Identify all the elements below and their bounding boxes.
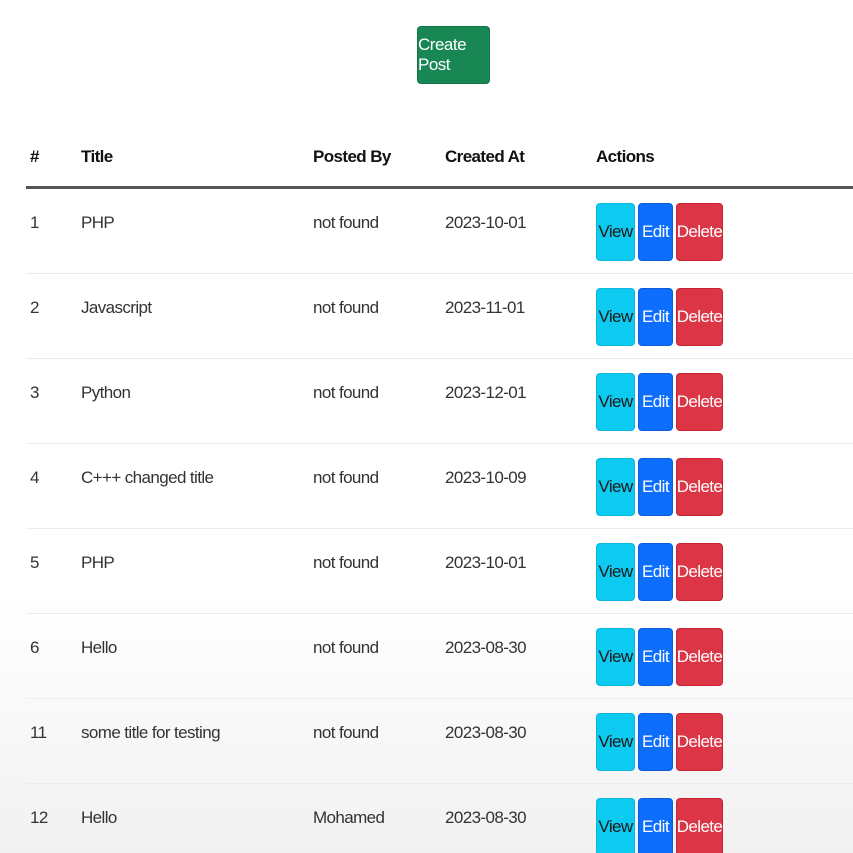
row-title: Hello (81, 808, 117, 827)
table-header-row: # Title Posted By Created At Actions (26, 128, 853, 189)
row-created-at: 2023-08-30 (445, 808, 527, 827)
view-button[interactable]: View (596, 543, 635, 601)
view-button[interactable]: View (596, 458, 635, 516)
row-id: 1 (30, 213, 39, 232)
table-row: 6 Hello not found 2023-08-30 View Edit D… (26, 613, 853, 699)
row-title: Javascript (81, 298, 152, 317)
edit-button[interactable]: Edit (638, 203, 673, 261)
row-title: Hello (81, 638, 117, 657)
view-button[interactable]: View (596, 628, 635, 686)
row-posted-by: not found (313, 383, 379, 402)
edit-button[interactable]: Edit (638, 628, 673, 686)
table-row: 5 PHP not found 2023-10-01 View Edit Del… (26, 528, 853, 614)
create-post-button[interactable]: Create Post (417, 26, 490, 84)
view-button[interactable]: View (596, 203, 635, 261)
row-created-at: 2023-08-30 (445, 638, 527, 657)
header-posted-by: Posted By (313, 128, 445, 189)
row-title: some title for testing (81, 723, 221, 742)
row-posted-by: Mohamed (313, 808, 385, 827)
row-id: 4 (30, 468, 39, 487)
header-actions: Actions (596, 128, 853, 189)
row-id: 6 (30, 638, 39, 657)
row-actions: View Edit Delete (596, 274, 853, 346)
delete-button[interactable]: Delete (676, 373, 723, 431)
delete-button[interactable]: Delete (676, 798, 723, 853)
view-button[interactable]: View (596, 373, 635, 431)
table-row: 12 Hello Mohamed 2023-08-30 View Edit De… (26, 783, 853, 853)
delete-button[interactable]: Delete (676, 628, 723, 686)
row-actions: View Edit Delete (596, 784, 853, 853)
table-body: 1 PHP not found 2023-10-01 View Edit Del… (26, 187, 853, 853)
row-created-at: 2023-11-01 (445, 298, 525, 317)
row-created-at: 2023-12-01 (445, 383, 527, 402)
row-id: 3 (30, 383, 39, 402)
row-id: 5 (30, 553, 39, 572)
row-actions: View Edit Delete (596, 699, 853, 771)
row-created-at: 2023-10-01 (445, 553, 527, 572)
table-row: 1 PHP not found 2023-10-01 View Edit Del… (26, 187, 853, 274)
row-posted-by: not found (313, 468, 379, 487)
view-button[interactable]: View (596, 798, 635, 853)
edit-button[interactable]: Edit (638, 713, 673, 771)
row-id: 2 (30, 298, 39, 317)
delete-button[interactable]: Delete (676, 288, 723, 346)
row-title: PHP (81, 553, 115, 572)
row-created-at: 2023-10-09 (445, 468, 527, 487)
posts-page: Create Post # Title Posted By Created At… (0, 0, 853, 853)
row-title: Python (81, 383, 131, 402)
delete-button[interactable]: Delete (676, 458, 723, 516)
table-row: 4 C+++ changed title not found 2023-10-0… (26, 443, 853, 529)
table-row: 11 some title for testing not found 2023… (26, 698, 853, 784)
row-posted-by: not found (313, 298, 379, 317)
row-created-at: 2023-08-30 (445, 723, 527, 742)
edit-button[interactable]: Edit (638, 373, 673, 431)
edit-button[interactable]: Edit (638, 458, 673, 516)
delete-button[interactable]: Delete (676, 203, 723, 261)
header-title: Title (81, 128, 313, 189)
row-actions: View Edit Delete (596, 359, 853, 431)
row-title: C+++ changed title (81, 468, 214, 487)
header-number: # (26, 128, 81, 189)
table-row: 3 Python not found 2023-12-01 View Edit … (26, 358, 853, 444)
delete-button[interactable]: Delete (676, 713, 723, 771)
row-id: 11 (30, 723, 47, 742)
row-id: 12 (30, 808, 48, 827)
row-posted-by: not found (313, 638, 379, 657)
row-posted-by: not found (313, 553, 379, 572)
edit-button[interactable]: Edit (638, 543, 673, 601)
row-posted-by: not found (313, 213, 379, 232)
edit-button[interactable]: Edit (638, 288, 673, 346)
row-actions: View Edit Delete (596, 529, 853, 601)
row-title: PHP (81, 213, 115, 232)
row-posted-by: not found (313, 723, 379, 742)
view-button[interactable]: View (596, 288, 635, 346)
view-button[interactable]: View (596, 713, 635, 771)
edit-button[interactable]: Edit (638, 798, 673, 853)
posts-table: # Title Posted By Created At Actions 1 P… (26, 128, 853, 853)
table-row: 2 Javascript not found 2023-11-01 View E… (26, 273, 853, 359)
header-created-at: Created At (445, 128, 596, 189)
row-created-at: 2023-10-01 (445, 213, 527, 232)
row-actions: View Edit Delete (596, 189, 853, 261)
row-actions: View Edit Delete (596, 614, 853, 686)
row-actions: View Edit Delete (596, 444, 853, 516)
delete-button[interactable]: Delete (676, 543, 723, 601)
